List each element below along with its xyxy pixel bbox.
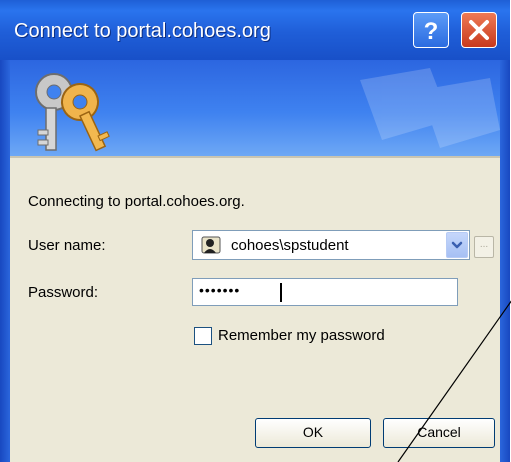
annotation-line xyxy=(397,300,511,462)
